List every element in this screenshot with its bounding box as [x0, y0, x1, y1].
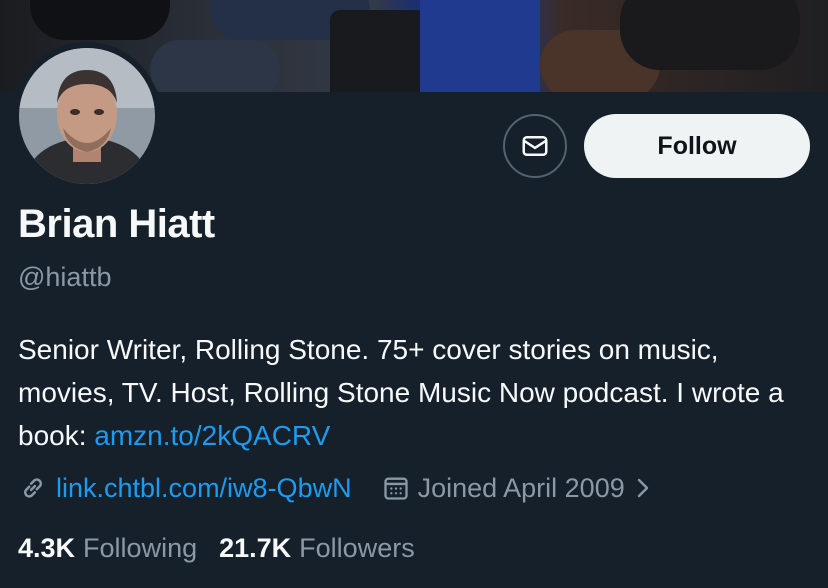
following-label: Following	[83, 532, 198, 563]
avatar-photo	[19, 48, 155, 184]
followers-stat[interactable]: 21.7K Followers	[219, 533, 415, 564]
profile-bio: Senior Writer, Rolling Stone. 75+ cover …	[18, 328, 818, 457]
link-icon	[18, 473, 48, 503]
envelope-icon	[522, 136, 548, 156]
chevron-right-icon[interactable]	[633, 475, 653, 501]
profile-name: Brian Hiatt	[18, 202, 215, 246]
avatar[interactable]	[19, 48, 155, 184]
following-stat[interactable]: 4.3K Following	[18, 533, 197, 564]
profile-handle: @hiattb	[18, 262, 112, 292]
profile-stats: 4.3K Following 21.7K Followers	[18, 530, 437, 566]
profile-meta: link.chtbl.com/iw8-QbwN Joined April 200…	[18, 470, 661, 506]
calendar-icon	[382, 474, 410, 502]
message-button[interactable]	[503, 114, 567, 178]
bio-link[interactable]: amzn.to/2kQACRV	[94, 420, 330, 451]
followers-count: 21.7K	[219, 532, 292, 563]
website-link[interactable]: link.chtbl.com/iw8-QbwN	[56, 473, 352, 504]
following-count: 4.3K	[18, 532, 76, 563]
follow-button[interactable]: Follow	[584, 114, 810, 178]
joined-date[interactable]: Joined April 2009	[418, 473, 625, 504]
followers-label: Followers	[299, 532, 415, 563]
